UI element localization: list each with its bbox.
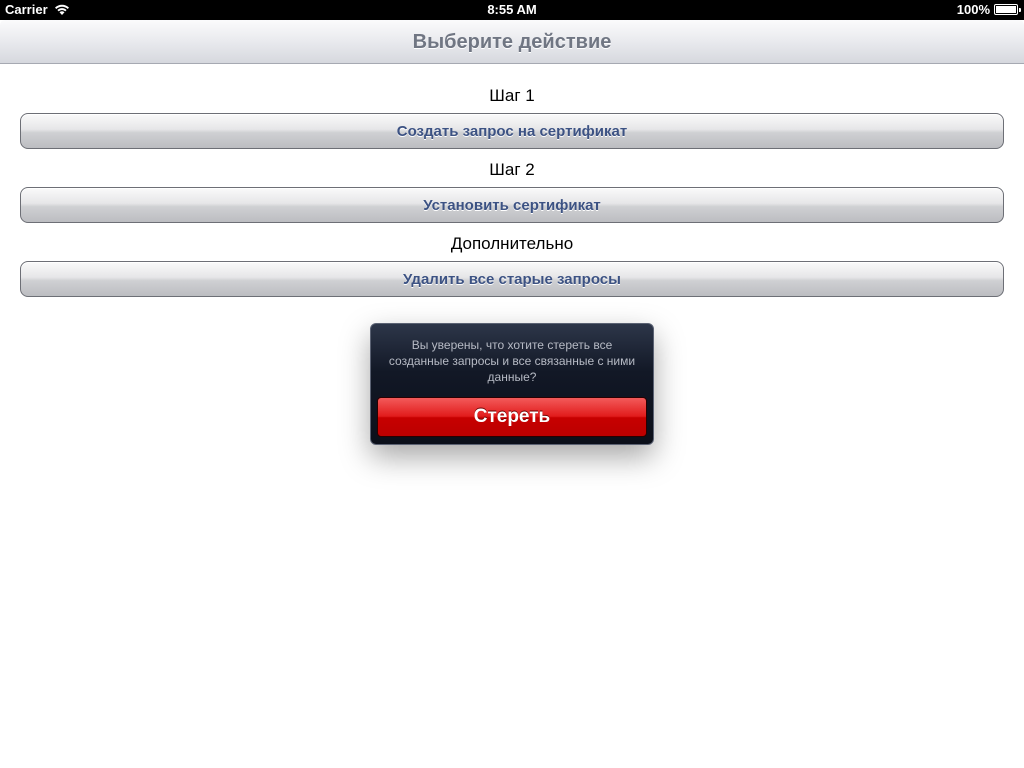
status-bar: Carrier 8:55 AM 100% [0, 0, 1024, 20]
erase-button[interactable]: Стереть [377, 397, 647, 437]
confirmation-popover: Вы уверены, что хотите стереть все созда… [370, 323, 654, 445]
battery-percent: 100% [956, 2, 990, 17]
status-time: 8:55 AM [487, 2, 537, 17]
create-request-button[interactable]: Создать запрос на сертификат [20, 113, 1004, 149]
install-certificate-button[interactable]: Установить сертификат [20, 187, 1004, 223]
page-title: Выберите действие [412, 31, 612, 53]
battery-fill [996, 6, 1016, 13]
section-label-step-1: Шаг 1 [489, 86, 535, 105]
section-label-step-2: Шаг 2 [489, 160, 535, 179]
section-label-additional: Дополнительно [450, 234, 574, 253]
confirmation-message: Вы уверены, что хотите стереть все созда… [388, 338, 636, 384]
status-right: 100% [956, 2, 1021, 17]
delete-old-requests-button[interactable]: Удалить все старые запросы [20, 261, 1004, 297]
navigation-bar: Выберите действие [0, 20, 1024, 64]
battery-icon [994, 4, 1021, 15]
